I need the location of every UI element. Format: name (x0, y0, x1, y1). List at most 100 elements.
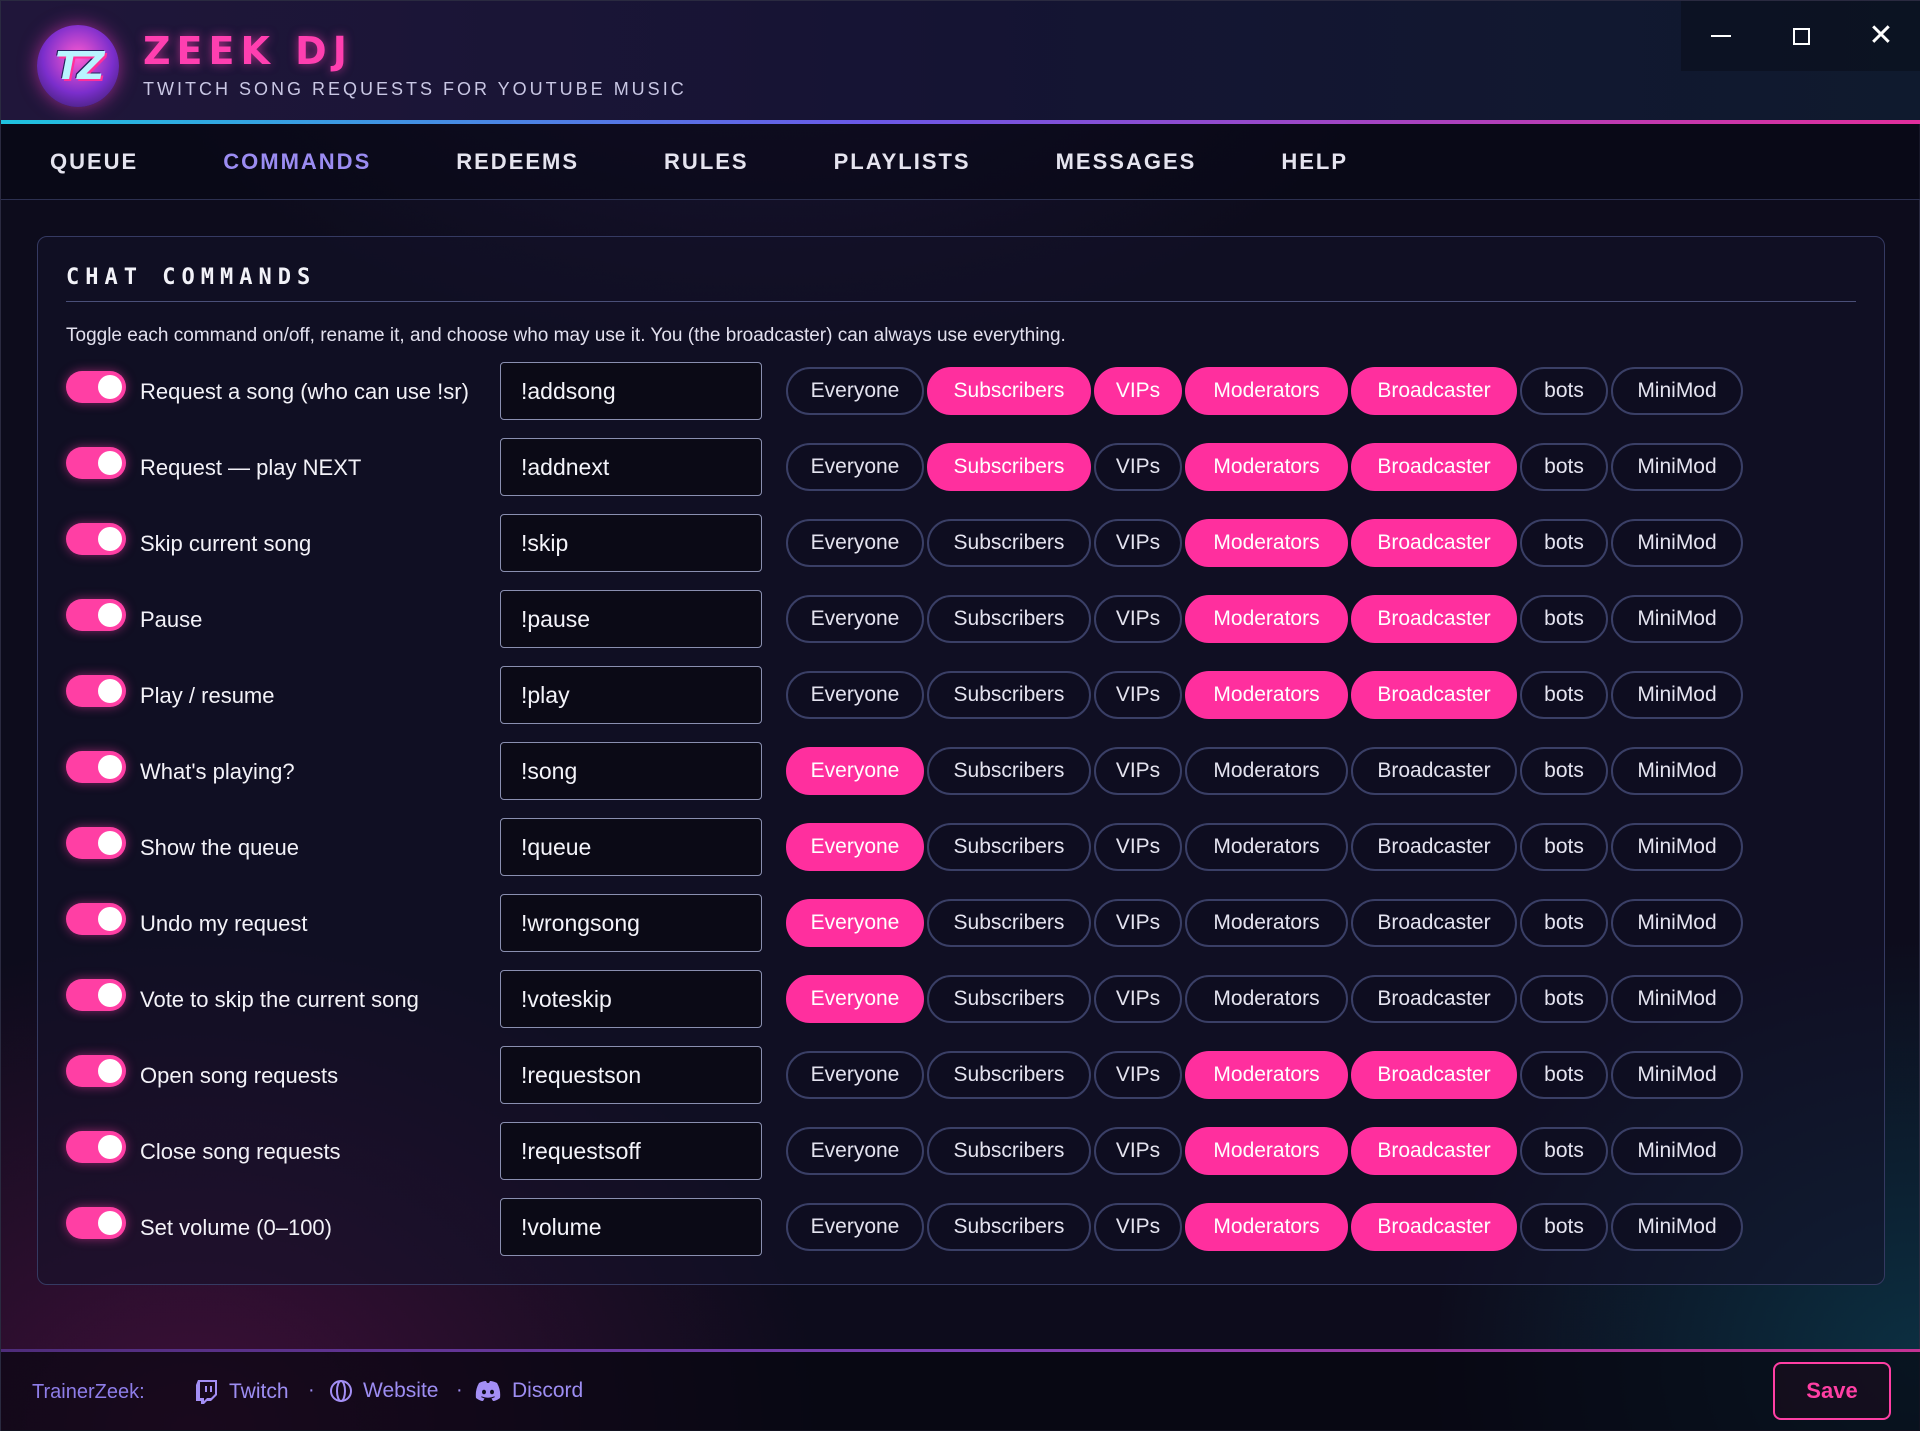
role-pill-vips[interactable]: VIPs (1094, 671, 1182, 719)
role-pill-everyone[interactable]: Everyone (786, 823, 924, 871)
command-name-input[interactable] (500, 666, 762, 724)
role-pill-everyone[interactable]: Everyone (786, 595, 924, 643)
role-pill-subscribers[interactable]: Subscribers (927, 1203, 1091, 1251)
command-name-input[interactable] (500, 742, 762, 800)
role-pill-broadcaster[interactable]: Broadcaster (1351, 899, 1517, 947)
command-enabled-toggle[interactable] (66, 979, 126, 1011)
role-pill-everyone[interactable]: Everyone (786, 671, 924, 719)
command-enabled-toggle[interactable] (66, 1207, 126, 1239)
command-name-input[interactable] (500, 590, 762, 648)
role-pill-moderators[interactable]: Moderators (1185, 671, 1348, 719)
role-pill-broadcaster[interactable]: Broadcaster (1351, 595, 1517, 643)
role-pill-broadcaster[interactable]: Broadcaster (1351, 823, 1517, 871)
role-pill-vips[interactable]: VIPs (1094, 1051, 1182, 1099)
role-pill-broadcaster[interactable]: Broadcaster (1351, 519, 1517, 567)
role-pill-everyone[interactable]: Everyone (786, 899, 924, 947)
twitch-link[interactable]: Twitch (195, 1379, 289, 1405)
command-enabled-toggle[interactable] (66, 903, 126, 935)
role-pill-minimod[interactable]: MiniMod (1611, 899, 1743, 947)
role-pill-moderators[interactable]: Moderators (1185, 899, 1348, 947)
role-pill-minimod[interactable]: MiniMod (1611, 443, 1743, 491)
role-pill-vips[interactable]: VIPs (1094, 823, 1182, 871)
role-pill-moderators[interactable]: Moderators (1185, 1127, 1348, 1175)
role-pill-moderators[interactable]: Moderators (1185, 595, 1348, 643)
website-link[interactable]: Website (329, 1379, 438, 1403)
role-pill-bots[interactable]: bots (1520, 1203, 1608, 1251)
command-enabled-toggle[interactable] (66, 599, 126, 631)
maximize-button[interactable] (1761, 1, 1841, 71)
role-pill-bots[interactable]: bots (1520, 975, 1608, 1023)
command-enabled-toggle[interactable] (66, 523, 126, 555)
command-name-input[interactable] (500, 362, 762, 420)
command-enabled-toggle[interactable] (66, 1055, 126, 1087)
tab-help[interactable]: HELP (1281, 149, 1348, 175)
role-pill-minimod[interactable]: MiniMod (1611, 519, 1743, 567)
role-pill-vips[interactable]: VIPs (1094, 443, 1182, 491)
role-pill-subscribers[interactable]: Subscribers (927, 899, 1091, 947)
command-name-input[interactable] (500, 970, 762, 1028)
role-pill-subscribers[interactable]: Subscribers (927, 823, 1091, 871)
command-name-input[interactable] (500, 1046, 762, 1104)
role-pill-bots[interactable]: bots (1520, 1127, 1608, 1175)
role-pill-bots[interactable]: bots (1520, 595, 1608, 643)
minimize-button[interactable] (1681, 1, 1761, 71)
role-pill-moderators[interactable]: Moderators (1185, 519, 1348, 567)
role-pill-vips[interactable]: VIPs (1094, 975, 1182, 1023)
role-pill-moderators[interactable]: Moderators (1185, 367, 1348, 415)
role-pill-broadcaster[interactable]: Broadcaster (1351, 975, 1517, 1023)
role-pill-broadcaster[interactable]: Broadcaster (1351, 1127, 1517, 1175)
role-pill-minimod[interactable]: MiniMod (1611, 671, 1743, 719)
role-pill-minimod[interactable]: MiniMod (1611, 975, 1743, 1023)
role-pill-bots[interactable]: bots (1520, 823, 1608, 871)
tab-messages[interactable]: MESSAGES (1056, 149, 1197, 175)
role-pill-vips[interactable]: VIPs (1094, 1127, 1182, 1175)
tab-queue[interactable]: QUEUE (50, 149, 138, 175)
discord-link[interactable]: Discord (474, 1379, 583, 1403)
role-pill-minimod[interactable]: MiniMod (1611, 1203, 1743, 1251)
command-enabled-toggle[interactable] (66, 827, 126, 859)
role-pill-subscribers[interactable]: Subscribers (927, 671, 1091, 719)
role-pill-vips[interactable]: VIPs (1094, 595, 1182, 643)
role-pill-vips[interactable]: VIPs (1094, 899, 1182, 947)
role-pill-everyone[interactable]: Everyone (786, 1051, 924, 1099)
command-name-input[interactable] (500, 894, 762, 952)
save-button[interactable]: Save (1773, 1362, 1891, 1420)
tab-commands[interactable]: COMMANDS (223, 149, 371, 175)
command-name-input[interactable] (500, 1198, 762, 1256)
role-pill-everyone[interactable]: Everyone (786, 443, 924, 491)
role-pill-minimod[interactable]: MiniMod (1611, 823, 1743, 871)
close-button[interactable]: ✕ (1841, 1, 1920, 71)
role-pill-minimod[interactable]: MiniMod (1611, 595, 1743, 643)
role-pill-subscribers[interactable]: Subscribers (927, 975, 1091, 1023)
role-pill-vips[interactable]: VIPs (1094, 367, 1182, 415)
command-enabled-toggle[interactable] (66, 371, 126, 403)
role-pill-bots[interactable]: bots (1520, 747, 1608, 795)
tab-redeems[interactable]: REDEEMS (456, 149, 579, 175)
role-pill-broadcaster[interactable]: Broadcaster (1351, 443, 1517, 491)
role-pill-broadcaster[interactable]: Broadcaster (1351, 671, 1517, 719)
command-name-input[interactable] (500, 1122, 762, 1180)
role-pill-vips[interactable]: VIPs (1094, 1203, 1182, 1251)
role-pill-everyone[interactable]: Everyone (786, 1203, 924, 1251)
command-enabled-toggle[interactable] (66, 675, 126, 707)
command-enabled-toggle[interactable] (66, 447, 126, 479)
role-pill-subscribers[interactable]: Subscribers (927, 1127, 1091, 1175)
role-pill-broadcaster[interactable]: Broadcaster (1351, 1051, 1517, 1099)
role-pill-bots[interactable]: bots (1520, 367, 1608, 415)
role-pill-everyone[interactable]: Everyone (786, 367, 924, 415)
role-pill-vips[interactable]: VIPs (1094, 519, 1182, 567)
role-pill-subscribers[interactable]: Subscribers (927, 747, 1091, 795)
tab-playlists[interactable]: PLAYLISTS (834, 149, 971, 175)
role-pill-minimod[interactable]: MiniMod (1611, 747, 1743, 795)
command-enabled-toggle[interactable] (66, 1131, 126, 1163)
role-pill-bots[interactable]: bots (1520, 671, 1608, 719)
role-pill-bots[interactable]: bots (1520, 443, 1608, 491)
role-pill-broadcaster[interactable]: Broadcaster (1351, 1203, 1517, 1251)
role-pill-subscribers[interactable]: Subscribers (927, 443, 1091, 491)
role-pill-moderators[interactable]: Moderators (1185, 1203, 1348, 1251)
role-pill-everyone[interactable]: Everyone (786, 975, 924, 1023)
role-pill-broadcaster[interactable]: Broadcaster (1351, 367, 1517, 415)
role-pill-everyone[interactable]: Everyone (786, 519, 924, 567)
role-pill-subscribers[interactable]: Subscribers (927, 1051, 1091, 1099)
command-enabled-toggle[interactable] (66, 751, 126, 783)
